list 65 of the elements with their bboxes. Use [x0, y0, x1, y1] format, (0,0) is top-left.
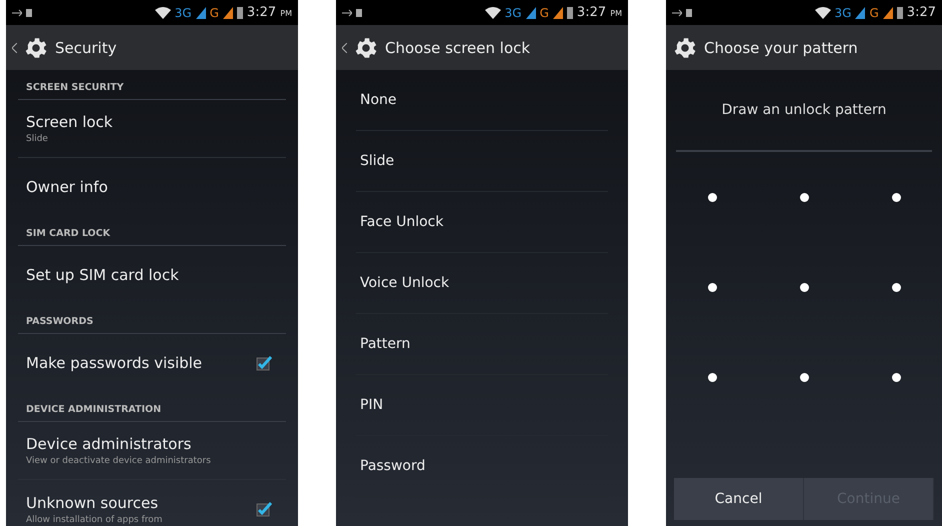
usb-icon	[672, 8, 682, 16]
wifi-icon	[484, 6, 501, 18]
pattern-dot[interactable]	[708, 282, 716, 292]
signal-icon	[196, 6, 206, 18]
screen-title: Security	[55, 38, 117, 56]
lock-option[interactable]: Voice Unlock	[356, 253, 608, 314]
lock-option[interactable]: Pattern	[356, 314, 608, 375]
lock-option[interactable]: PIN	[356, 375, 608, 436]
clock: 3:27	[906, 5, 936, 20]
cancel-button[interactable]: Cancel	[674, 478, 804, 520]
signal-icon	[882, 6, 893, 18]
back-caret-icon[interactable]	[342, 42, 347, 52]
setting-title[interactable]: Owner info	[26, 178, 278, 196]
battery-icon	[236, 6, 243, 18]
setting-summary: Slide	[26, 134, 49, 144]
network-type: 3G	[834, 6, 852, 20]
section-header: PASSWORDS	[18, 304, 286, 334]
pattern-dot[interactable]	[892, 372, 900, 382]
wifi-icon	[814, 6, 831, 18]
setting-summary: Allow installation of apps from	[26, 514, 164, 524]
lock-option[interactable]: Face Unlock	[356, 192, 608, 253]
pattern-dot[interactable]	[800, 192, 808, 202]
network-type: G	[210, 6, 219, 20]
checkbox[interactable]	[256, 355, 272, 371]
sd-card-icon	[356, 8, 362, 16]
section-header: SIM CARD LOCK	[18, 216, 286, 246]
pattern-prompt: Draw an unlock pattern	[676, 70, 932, 152]
clock: 3:27 PM	[246, 5, 292, 20]
screen-title: Choose screen lock	[385, 38, 530, 56]
lock-option[interactable]: Slide	[356, 131, 608, 192]
sd-card-icon	[686, 8, 692, 16]
battery-icon	[566, 6, 573, 18]
pattern-dot[interactable]	[800, 372, 808, 382]
section-header: SCREEN SECURITY	[18, 70, 286, 100]
checkbox[interactable]	[256, 501, 272, 517]
signal-icon	[552, 6, 563, 18]
lock-option[interactable]: None	[356, 70, 608, 131]
back-caret-icon[interactable]	[12, 42, 17, 52]
usb-icon	[342, 8, 352, 16]
pattern-dot[interactable]	[800, 282, 808, 292]
battery-icon	[896, 6, 903, 18]
setting-title[interactable]: Set up SIM card lock	[26, 266, 278, 284]
pattern-dot[interactable]	[708, 192, 716, 202]
setting-title[interactable]: Screen lock	[26, 113, 278, 131]
pattern-dot[interactable]	[708, 372, 716, 382]
setting-title[interactable]: Device administrators	[26, 435, 278, 453]
section-header: DEVICE ADMINISTRATION	[18, 392, 286, 422]
network-type: 3G	[174, 6, 192, 20]
setting-title[interactable]: Unknown sources	[26, 494, 256, 512]
signal-icon	[222, 6, 233, 18]
signal-icon	[526, 6, 536, 18]
lock-option[interactable]: Password	[356, 436, 608, 497]
pattern-dot[interactable]	[892, 282, 900, 292]
setting-title[interactable]: Make passwords visible	[26, 354, 256, 372]
sd-card-icon	[26, 8, 32, 16]
pattern-dot[interactable]	[892, 192, 900, 202]
signal-icon	[855, 6, 866, 18]
network-type: 3G	[504, 6, 522, 20]
usb-icon	[12, 8, 22, 16]
network-type: G	[540, 6, 549, 20]
wifi-icon	[154, 6, 171, 18]
setting-summary: View or deactivate device administrators	[26, 456, 212, 466]
clock: 3:27 PM	[576, 5, 622, 20]
network-type: G	[869, 6, 879, 20]
screen-title: Choose your pattern	[704, 38, 858, 56]
